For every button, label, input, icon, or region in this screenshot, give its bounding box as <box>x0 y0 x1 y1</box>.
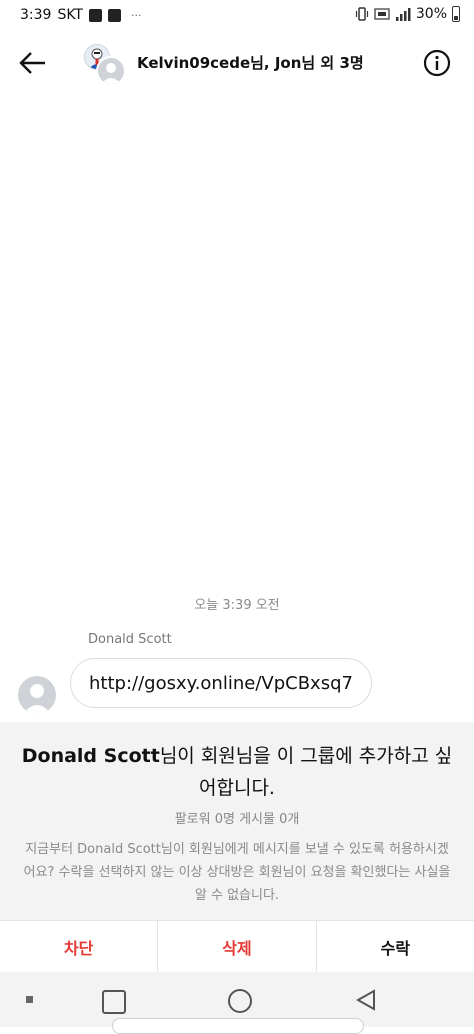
default-avatar-icon <box>23 684 51 714</box>
signal-icon <box>395 8 411 21</box>
home-icon[interactable] <box>228 989 252 1013</box>
block-button[interactable]: 차단 <box>0 921 159 973</box>
status-bar: 3:39 SKT ··· 30% <box>0 0 474 32</box>
delete-button[interactable]: 삭제 <box>158 921 317 973</box>
group-avatar[interactable] <box>84 44 126 86</box>
message-notification-icon <box>108 8 121 22</box>
back-arrow-icon[interactable] <box>16 46 50 80</box>
status-left: 3:39 SKT ··· <box>20 7 142 23</box>
request-sender-name: Donald Scott <box>21 745 160 767</box>
nav-indicator-icon[interactable] <box>26 996 33 1003</box>
lte-icon <box>374 8 390 20</box>
chat-header: Kelvin09cede님, Jon님 외 3명 <box>0 32 474 96</box>
more-notifications-indicator: ··· <box>131 8 142 22</box>
vibrate-icon <box>355 7 368 21</box>
member-avatar-2 <box>96 56 126 86</box>
message-sender-name: Donald Scott <box>88 632 172 647</box>
default-avatar-icon <box>101 63 121 84</box>
chat-title[interactable]: Kelvin09cede님, Jon님 외 3명 <box>137 52 364 73</box>
notification-icon <box>89 8 102 22</box>
request-sender-stats: 팔로워 0명 게시물 0개 <box>174 812 300 827</box>
back-triangle-icon[interactable] <box>354 988 378 1012</box>
battery-percentage: 30% <box>415 6 447 22</box>
status-right: 30% <box>355 6 460 22</box>
message-timestamp: 오늘 3:39 오전 <box>194 598 280 613</box>
message-bubble[interactable]: http://gosxy.online/VpCBxsq7 <box>70 658 372 708</box>
accept-button[interactable]: 수락 <box>317 921 474 973</box>
info-icon[interactable] <box>422 48 452 78</box>
status-carrier: SKT <box>57 7 83 23</box>
status-time: 3:39 <box>20 7 52 23</box>
message-input-pill <box>112 1018 364 1034</box>
sender-avatar[interactable] <box>18 676 56 714</box>
request-actions: 차단 삭제 수락 <box>0 920 474 973</box>
request-title: Donald Scott님이 회원님을 이 그룹에 추가하고 싶어합니다. <box>16 740 458 804</box>
battery-icon <box>452 6 460 22</box>
request-description: 지금부터 Donald Scott님이 회원님에게 메시지를 보낼 수 있도록 … <box>23 842 451 903</box>
message-link-text[interactable]: http://gosxy.online/VpCBxsq7 <box>89 673 353 694</box>
recent-apps-icon[interactable] <box>102 990 126 1014</box>
request-title-text: 님이 회원님을 이 그룹에 추가하고 싶어합니다. <box>159 745 453 799</box>
system-navigation-bar <box>0 972 474 1034</box>
